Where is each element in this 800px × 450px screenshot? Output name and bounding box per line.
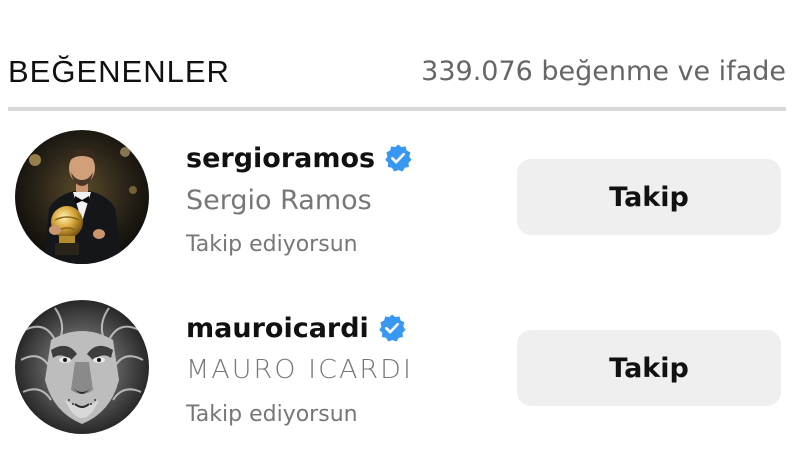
verified-badge-icon: [385, 144, 412, 172]
likes-header: BEĞENENLER 339.076 beğenme ve ifade: [8, 50, 786, 111]
lion-face-photo-icon: [15, 300, 149, 434]
follow-status: Takip ediyorsun: [186, 232, 358, 257]
follow-button[interactable]: Takip: [517, 159, 781, 235]
likes-count: 339.076 beğenme ve ifade: [421, 56, 786, 87]
header-divider: [8, 107, 786, 111]
avatar[interactable]: [15, 130, 149, 264]
username-line: mauroicardi: [186, 310, 407, 346]
liker-row: mauroicardi MAURO ICARDI Takip ediyorsun…: [0, 295, 800, 445]
liker-row: sergioramos Sergio Ramos Takip ediyorsun…: [0, 125, 800, 275]
follow-button[interactable]: Takip: [517, 330, 781, 406]
page-title: BEĞENENLER: [8, 54, 230, 89]
sergio-ramos-photo-icon: [15, 130, 149, 264]
username[interactable]: sergioramos: [186, 143, 375, 174]
follow-status: Takip ediyorsun: [186, 402, 358, 427]
full-name: Sergio Ramos: [186, 185, 372, 216]
verified-badge-icon: [379, 314, 406, 342]
username-line: sergioramos: [186, 140, 413, 176]
avatar[interactable]: [15, 300, 149, 434]
full-name: MAURO ICARDI: [186, 355, 413, 385]
username[interactable]: mauroicardi: [186, 313, 369, 344]
